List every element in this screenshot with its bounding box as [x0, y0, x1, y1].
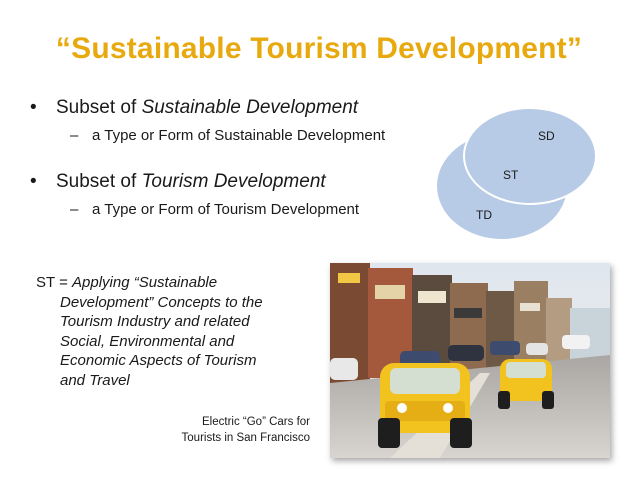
- sub-bullet-text: a Type or Form of Tourism Development: [92, 201, 360, 218]
- sub-bullet-dash: –: [70, 127, 79, 144]
- photo-caption: Electric “Go” Cars for Tourists in San F…: [150, 414, 310, 446]
- sub-bullet-text: a Type or Form of Sustainable Developmen…: [92, 127, 386, 144]
- sub-bullet-dash: –: [70, 201, 79, 218]
- st-definition-text: Social, Environmental and: [60, 332, 235, 350]
- caption-line: Tourists in San Francisco: [181, 432, 310, 444]
- bullet-dot: •: [30, 97, 37, 118]
- venn-st-label: ST: [503, 168, 519, 182]
- st-definition: ST = Applying “Sustainable Development” …: [36, 273, 306, 390]
- bullet-emphasis: Tourism Development: [141, 171, 326, 192]
- st-definition-text: Development” Concepts to the: [60, 293, 263, 311]
- st-definition-line: Social, Environmental and: [36, 332, 306, 352]
- st-definition-line: and Travel: [36, 371, 306, 391]
- st-definition-line: Development” Concepts to the: [36, 293, 306, 313]
- st-definition-line: ST = Applying “Sustainable: [36, 273, 306, 293]
- bullet-list: • Subset of Sustainable Development – a Ty…: [30, 96, 450, 220]
- sub-bullet-tourism: – a Type or Form of Tourism Development: [30, 200, 450, 220]
- bullet-emphasis: Sustainable Development: [141, 97, 359, 118]
- caption-line: Electric “Go” Cars for: [202, 416, 310, 428]
- slide-title: “Sustainable Tourism Development”: [55, 32, 583, 65]
- bullet-prefix: Subset of: [56, 97, 142, 118]
- street-photo-illustration: [330, 263, 610, 458]
- st-definition-text: and Travel: [60, 371, 130, 389]
- st-definition-text: Tourism Industry and related: [60, 313, 250, 330]
- venn-sd-label: SD: [538, 129, 555, 143]
- bullet-subset-tourism: • Subset of Tourism Development: [30, 170, 450, 194]
- street-photo: [330, 263, 610, 458]
- venn-diagram: SD ST TD: [435, 107, 597, 241]
- bullet-prefix: Subset of: [56, 171, 142, 192]
- st-definition-text: Economic Aspects of Tourism: [60, 352, 257, 369]
- sub-bullet-sustainable: – a Type or Form of Sustainable Developme…: [30, 126, 450, 146]
- venn-sd-circle: [463, 107, 597, 205]
- st-definition-prefix: ST =: [36, 274, 72, 291]
- bullet-dot: •: [30, 171, 37, 192]
- st-definition-line: Tourism Industry and related: [36, 312, 306, 332]
- venn-td-label: TD: [476, 208, 492, 222]
- st-definition-text: Applying “Sustainable: [72, 274, 218, 291]
- bullet-subset-sustainable: • Subset of Sustainable Development: [30, 96, 450, 120]
- st-definition-line: Economic Aspects of Tourism: [36, 351, 306, 371]
